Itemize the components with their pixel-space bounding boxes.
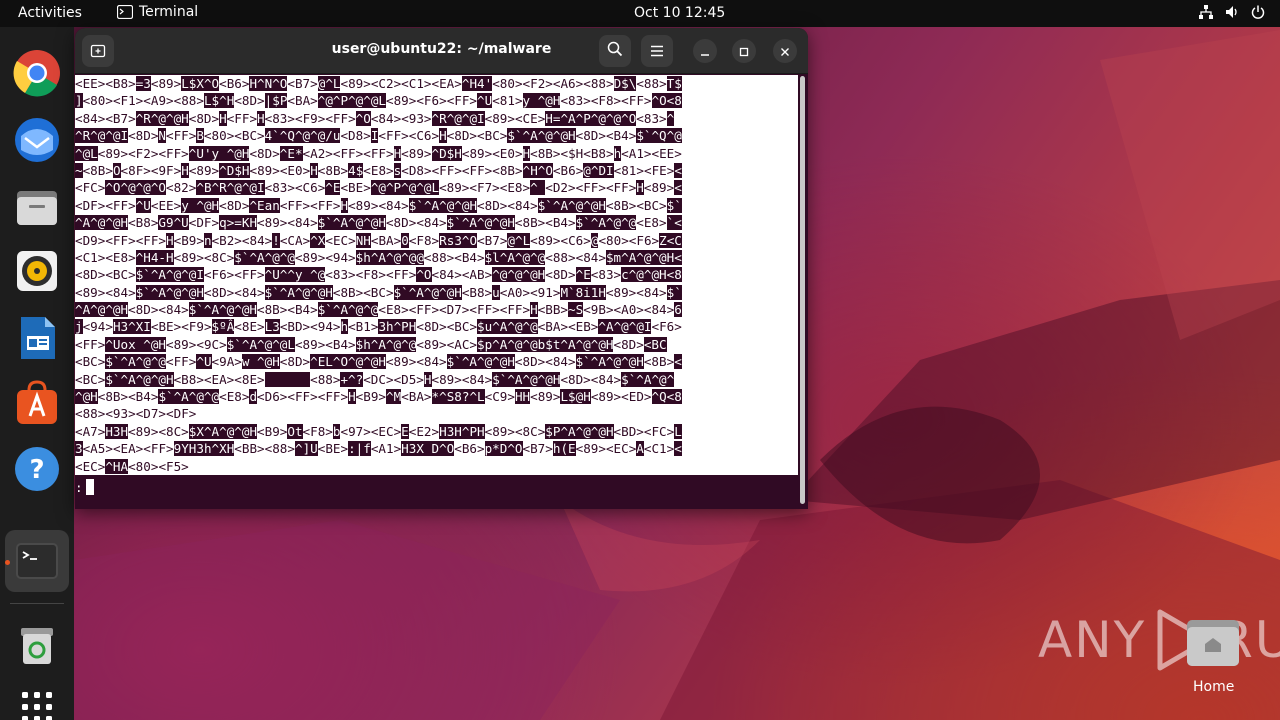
show-apps-icon[interactable] [13, 683, 61, 720]
prompt-text: : [75, 480, 83, 496]
terminal-line: <EE><B8>=3<89>L$X^O<B6>H^N^O<B7>@^L<89><… [75, 76, 682, 91]
search-icon [607, 41, 623, 61]
terminal-line: <FF>^Uox ^@H<89><9C>$`^A^@^@L<89><B4>$h^… [75, 336, 667, 352]
maximize-icon [739, 42, 749, 61]
home-folder-label[interactable]: Home [1193, 679, 1234, 695]
watermark-text-left: ANY [1038, 611, 1147, 669]
terminal-line: j<94>H3^XI<BE><F9>$ºÂ<8E>L3<BD><94>h<B1>… [75, 319, 682, 335]
app-menu-label: Terminal [139, 4, 199, 20]
top-bar: Activities Terminal Oct 10 12:45 [0, 0, 1280, 27]
dock: ? [0, 27, 74, 720]
terminal-line: ^A^@^@H<8D><84>$`^A^@^@H<8B><B4>$`^A^@^@… [75, 302, 682, 318]
rhythmbox-icon[interactable] [13, 247, 61, 295]
terminal-line: <84><B7>^R^@^@H<8D>H<FF>H<83><F9><FF>^O<… [75, 110, 675, 126]
thunderbird-icon[interactable] [13, 116, 61, 164]
hamburger-icon [650, 42, 664, 61]
menu-button[interactable] [641, 35, 673, 67]
search-button[interactable] [599, 35, 631, 67]
terminal-line: ^@L<89><F2><FF>^U'y ^@H<8D>^E*<A2><FF><F… [75, 145, 682, 161]
close-button[interactable] [773, 39, 797, 63]
terminal-line: 3<A5><EA><FF>9YH3h^XH<BB><88>^]U<BE>:|f<… [75, 441, 682, 457]
anyrun-watermark: ANY RUN [1038, 608, 1280, 672]
network-icon[interactable] [1198, 4, 1214, 20]
activities-button[interactable]: Activities [18, 5, 82, 21]
app-menu[interactable]: Terminal [117, 4, 198, 20]
clock[interactable]: Oct 10 12:45 [634, 5, 725, 21]
text-cursor [85, 479, 94, 496]
maximize-button[interactable] [732, 39, 756, 63]
terminal-output[interactable]: <EE><B8>=3<89>L$X^O<B6>H^N^O<B7>@^L<89><… [75, 75, 800, 509]
terminal-line: <8D><BC>$`^A^@^@I<F6><FF>^U^^y ^@<83><F8… [75, 267, 682, 283]
terminal-line: <EC>^HA<80><F5> [75, 458, 189, 474]
home-folder-icon[interactable] [1185, 618, 1241, 668]
terminal-line: ^@H<8B><B4>$`^A^@^@<E8>d<D6><FF><FF>H<B9… [75, 389, 682, 405]
running-indicator [5, 560, 10, 565]
close-icon [780, 42, 790, 61]
terminal-line: <88><93><D7><DF> [75, 406, 197, 422]
terminal-line: ^R^@^@I<8D>N<FF>B<80><BC>4`^Q^@^@/u<D8>I… [75, 128, 682, 144]
writer-icon[interactable] [13, 314, 61, 362]
terminal-scrollbar[interactable] [800, 76, 805, 504]
terminal-line: <FC>^O^@^@^O<82>^B^R^@^@I<83><C6>^E<BE>^… [75, 180, 682, 196]
terminal-background [75, 475, 798, 509]
system-tray[interactable] [1198, 4, 1266, 20]
pager-prompt[interactable]: : [75, 479, 94, 496]
terminal-line: <D9><FF><FF>H<B9>n<B2><84>!<CA>^X<EC>NH<… [75, 232, 682, 248]
power-icon[interactable] [1250, 4, 1266, 20]
minimize-icon [700, 42, 710, 61]
terminal-line: <A7>H3H<89><8C>$X^A^@^@H<B9>Ot<F8>b<97><… [75, 423, 682, 439]
files-icon[interactable] [13, 183, 61, 231]
terminal-line: ^A^@^@H<B8>G9^U<DF>q>=KH<89><84>$`^A^@^@… [75, 215, 682, 231]
terminal-icon[interactable] [13, 537, 61, 585]
terminal-line: <89><84>$`^A^@^@H<8D><84>$`^A^@^@H<8B><B… [75, 284, 682, 300]
terminal-window[interactable]: user@ubuntu22: ~/malware <EE><B8>=3<89>L… [75, 28, 808, 509]
terminal-line: ]<80><F1><A9><88>L$^H<8D>|$P<BA>^@^P^@^@… [75, 93, 682, 109]
terminal-headerbar[interactable]: user@ubuntu22: ~/malware [75, 28, 808, 74]
trash-icon[interactable] [13, 620, 61, 668]
dock-separator [10, 603, 64, 604]
terminal-line: <BC>$`^A^@^@H<B8><EA><8E> <88>+^?<DC><D5… [75, 371, 675, 387]
terminal-line: ~<8B>O<8F><9F>H<89>^D$H<89><E0>H<8B>4$<E… [75, 162, 682, 178]
svg-text:?: ? [29, 455, 44, 485]
minimize-button[interactable] [693, 39, 717, 63]
chrome-icon[interactable] [13, 49, 61, 97]
terminal-app-icon [117, 4, 133, 20]
binary-output-text: <EE><B8>=3<89>L$X^O<B6>H^N^O<B7>@^L<89><… [75, 75, 798, 476]
terminal-line: <BC>$`^A^@^@<FF>^U<9A>w ^@H<8D>^EL^O^@^@… [75, 354, 682, 370]
volume-icon[interactable] [1224, 4, 1240, 20]
terminal-line: <C1><E8>^H4-H<89><8C>$`^A^@^@<89><94>$h^… [75, 249, 682, 265]
help-icon[interactable]: ? [13, 445, 61, 493]
terminal-line: <DF><FF>^U<EE>y ^@H<8D>^Ean<FF><FF>H<89>… [75, 197, 682, 213]
app-center-icon[interactable] [13, 378, 61, 426]
